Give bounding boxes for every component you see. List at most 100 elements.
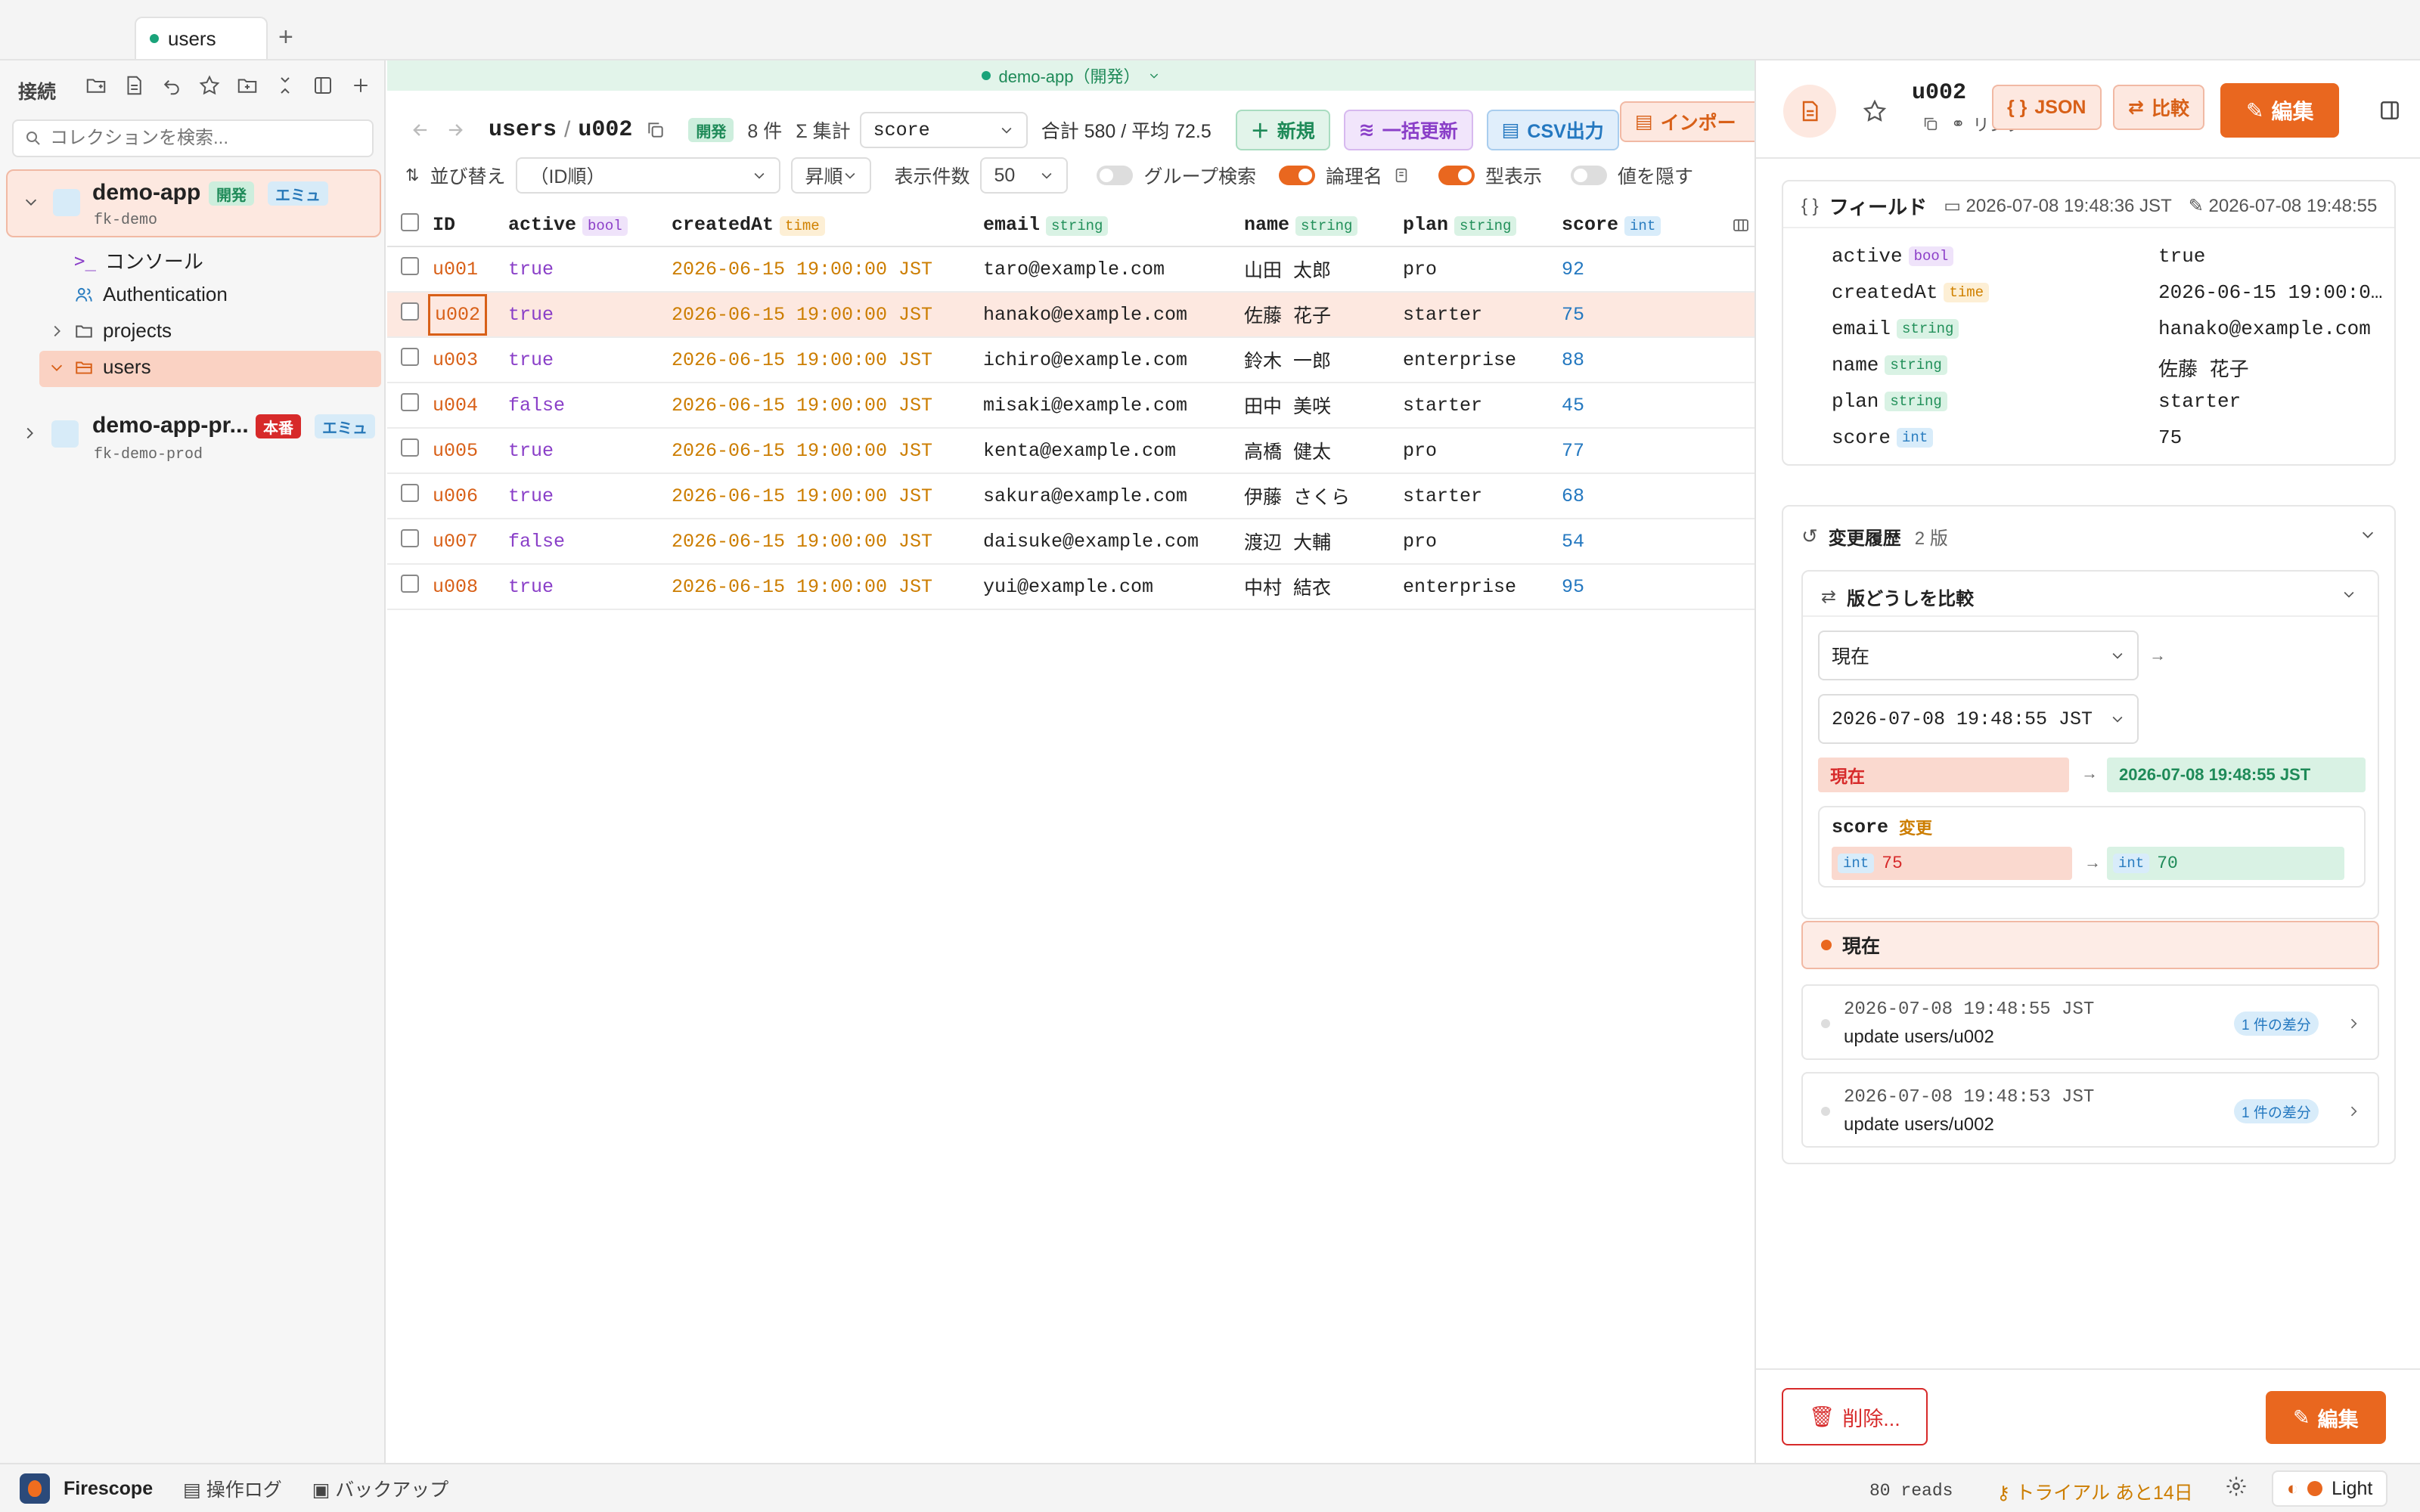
add-tab-button[interactable]: + [278, 23, 293, 52]
back-arrow-icon[interactable] [410, 119, 431, 141]
order-select[interactable]: 昇順 [791, 157, 872, 194]
copy-icon[interactable] [646, 120, 666, 140]
add-connection-icon[interactable] [349, 74, 372, 97]
chevron-down-icon[interactable] [1148, 70, 1160, 82]
document-icon[interactable] [123, 74, 145, 97]
collapse-all-icon[interactable] [274, 74, 296, 97]
chevron-down-icon[interactable] [2360, 526, 2376, 543]
chevron-right-icon[interactable] [48, 323, 65, 339]
cell-email: yui@example.com [983, 575, 1154, 598]
cell-id[interactable]: u006 [433, 485, 478, 507]
column-header-name[interactable]: name string [1244, 204, 1403, 247]
cell-id[interactable]: u005 [433, 440, 478, 462]
column-header-createdat[interactable]: createdAt time [672, 204, 983, 247]
table-row[interactable]: u008 true 2026-06-15 19:00:00 JST yui@examp… [387, 564, 1754, 610]
sort-select[interactable]: （ID順） [516, 157, 781, 194]
folder-plus-icon[interactable] [236, 74, 259, 97]
chevron-right-icon[interactable] [21, 425, 38, 442]
bulk-update-button[interactable]: ≋ 一括更新 [1343, 110, 1473, 150]
history-header[interactable]: ↺ 変更履歴 2 版 [1801, 523, 1948, 550]
table-row[interactable]: u003 true 2026-06-15 19:00:00 JST ichiro@ex… [387, 337, 1754, 383]
column-header-score[interactable]: score int [1562, 204, 1754, 247]
table-row[interactable]: u004 false 2026-06-15 19:00:00 JST misaki@e… [387, 383, 1754, 429]
edit-bottom-button[interactable]: ✎ 編集 [2266, 1391, 2386, 1444]
theme-toggle[interactable]: ◐ Light [2272, 1470, 2388, 1507]
table-row[interactable]: u006 true 2026-06-15 19:00:00 JST sakura@ex… [387, 473, 1754, 519]
page-size-select[interactable]: 50 [980, 157, 1069, 194]
cell-id[interactable]: u007 [433, 531, 478, 553]
cell-id[interactable]: u001 [433, 259, 478, 280]
row-checkbox[interactable] [401, 257, 419, 275]
logical-name-toggle[interactable] [1278, 166, 1315, 185]
import-button[interactable]: ▤ インポー [1620, 101, 1754, 142]
chevron-right-icon[interactable] [2346, 1016, 2361, 1031]
table-row[interactable]: u002 true 2026-06-15 19:00:00 JST hanako@ex… [387, 292, 1754, 338]
aggregate-field-select[interactable]: score [859, 112, 1028, 148]
tab-users[interactable]: users [135, 17, 268, 59]
row-checkbox[interactable] [401, 302, 419, 321]
cell-id[interactable]: u004 [433, 395, 478, 417]
column-header-active[interactable]: active bool [508, 204, 672, 247]
trial-link[interactable]: ⚷ トライアル あと14日 [1996, 1478, 2193, 1505]
version-current[interactable]: 現在 [1801, 921, 2379, 969]
sidebar-toggle-icon[interactable] [2378, 98, 2402, 122]
cell-id[interactable]: u008 [433, 576, 478, 598]
collection-search[interactable] [12, 119, 374, 157]
row-checkbox[interactable] [401, 575, 419, 593]
version-item[interactable]: 2026-07-08 19:48:53 JST update users/u002… [1801, 1072, 2379, 1148]
chevron-down-icon[interactable] [23, 194, 39, 210]
compare-header[interactable]: ⇄ 版どうしを比較 [1821, 584, 1974, 610]
row-checkbox[interactable] [401, 393, 419, 411]
table-row[interactable]: u001 true 2026-06-15 19:00:00 JST taro@exam… [387, 246, 1754, 293]
csv-export-button[interactable]: ▤ CSV出力 [1486, 110, 1619, 150]
cell-plan: starter [1403, 303, 1483, 326]
search-input[interactable] [50, 128, 352, 149]
sidebar-item-projects[interactable]: projects [48, 319, 172, 342]
cell-id[interactable]: u003 [433, 349, 478, 371]
backup-link[interactable]: ▣ バックアップ [312, 1475, 449, 1502]
undo-icon[interactable] [160, 74, 183, 97]
sidebar-item-console[interactable]: >_ コンソール [74, 246, 203, 274]
favorite-star-icon[interactable] [1862, 98, 1888, 124]
table-row[interactable]: u007 false 2026-06-15 19:00:00 JST daisuke@… [387, 519, 1754, 565]
column-header-plan[interactable]: plan string [1403, 204, 1562, 247]
new-folder-icon[interactable] [85, 74, 107, 97]
chevron-down-icon[interactable] [2341, 587, 2356, 602]
cell-id[interactable]: u002 [428, 293, 488, 336]
divider [1756, 1368, 2420, 1370]
json-button[interactable]: { } JSON [1992, 85, 2102, 130]
chevron-down-icon[interactable] [48, 359, 65, 376]
star-icon[interactable] [198, 74, 221, 97]
column-header-email[interactable]: email string [983, 204, 1244, 247]
connection-demo-app-prod[interactable]: demo-app-pr... 本番 エミュ fk-demo-prod [6, 402, 381, 470]
select-all-checkbox[interactable] [401, 212, 419, 231]
oplog-link[interactable]: ▤ 操作ログ [183, 1475, 282, 1502]
connection-demo-app[interactable]: demo-app 開発 エミュ fk-demo [6, 169, 381, 237]
hide-values-toggle[interactable] [1571, 166, 1608, 185]
compare-button[interactable]: ⇄ 比較 [2113, 85, 2204, 130]
delete-button[interactable]: 🗑 削除... [1782, 1388, 1928, 1445]
row-checkbox[interactable] [401, 484, 419, 502]
row-checkbox[interactable] [401, 529, 419, 547]
edit-button[interactable]: ✎ 編集 [2220, 83, 2340, 138]
compare-from-select[interactable]: 現在 [1818, 631, 2139, 680]
table-row[interactable]: u005 true 2026-06-15 19:00:00 JST kenta@exa… [387, 428, 1754, 474]
info-icon[interactable] [1393, 167, 1410, 184]
panel-toggle-icon[interactable] [312, 74, 334, 97]
archive-icon: ▣ [312, 1479, 336, 1501]
row-checkbox[interactable] [401, 438, 419, 457]
column-header-id[interactable]: ID [433, 204, 508, 247]
version-item[interactable]: 2026-07-08 19:48:55 JST update users/u002… [1801, 984, 2379, 1060]
chevron-right-icon[interactable] [2346, 1104, 2361, 1119]
sidebar-item-authentication[interactable]: Authentication [74, 283, 228, 306]
compare-to-select[interactable]: 2026-07-08 19:48:55 JST [1818, 694, 2139, 744]
copy-icon[interactable] [1922, 116, 1939, 132]
new-doc-button[interactable]: ＋新規 [1235, 110, 1330, 150]
breadcrumb-collection[interactable]: users [489, 117, 557, 143]
group-search-toggle[interactable] [1097, 166, 1134, 185]
settings-gear-icon[interactable] [2225, 1475, 2248, 1498]
row-checkbox[interactable] [401, 348, 419, 366]
forward-arrow-icon[interactable] [445, 119, 466, 141]
sidebar-item-users-row[interactable]: users [48, 355, 151, 379]
type-display-toggle[interactable] [1438, 166, 1475, 185]
